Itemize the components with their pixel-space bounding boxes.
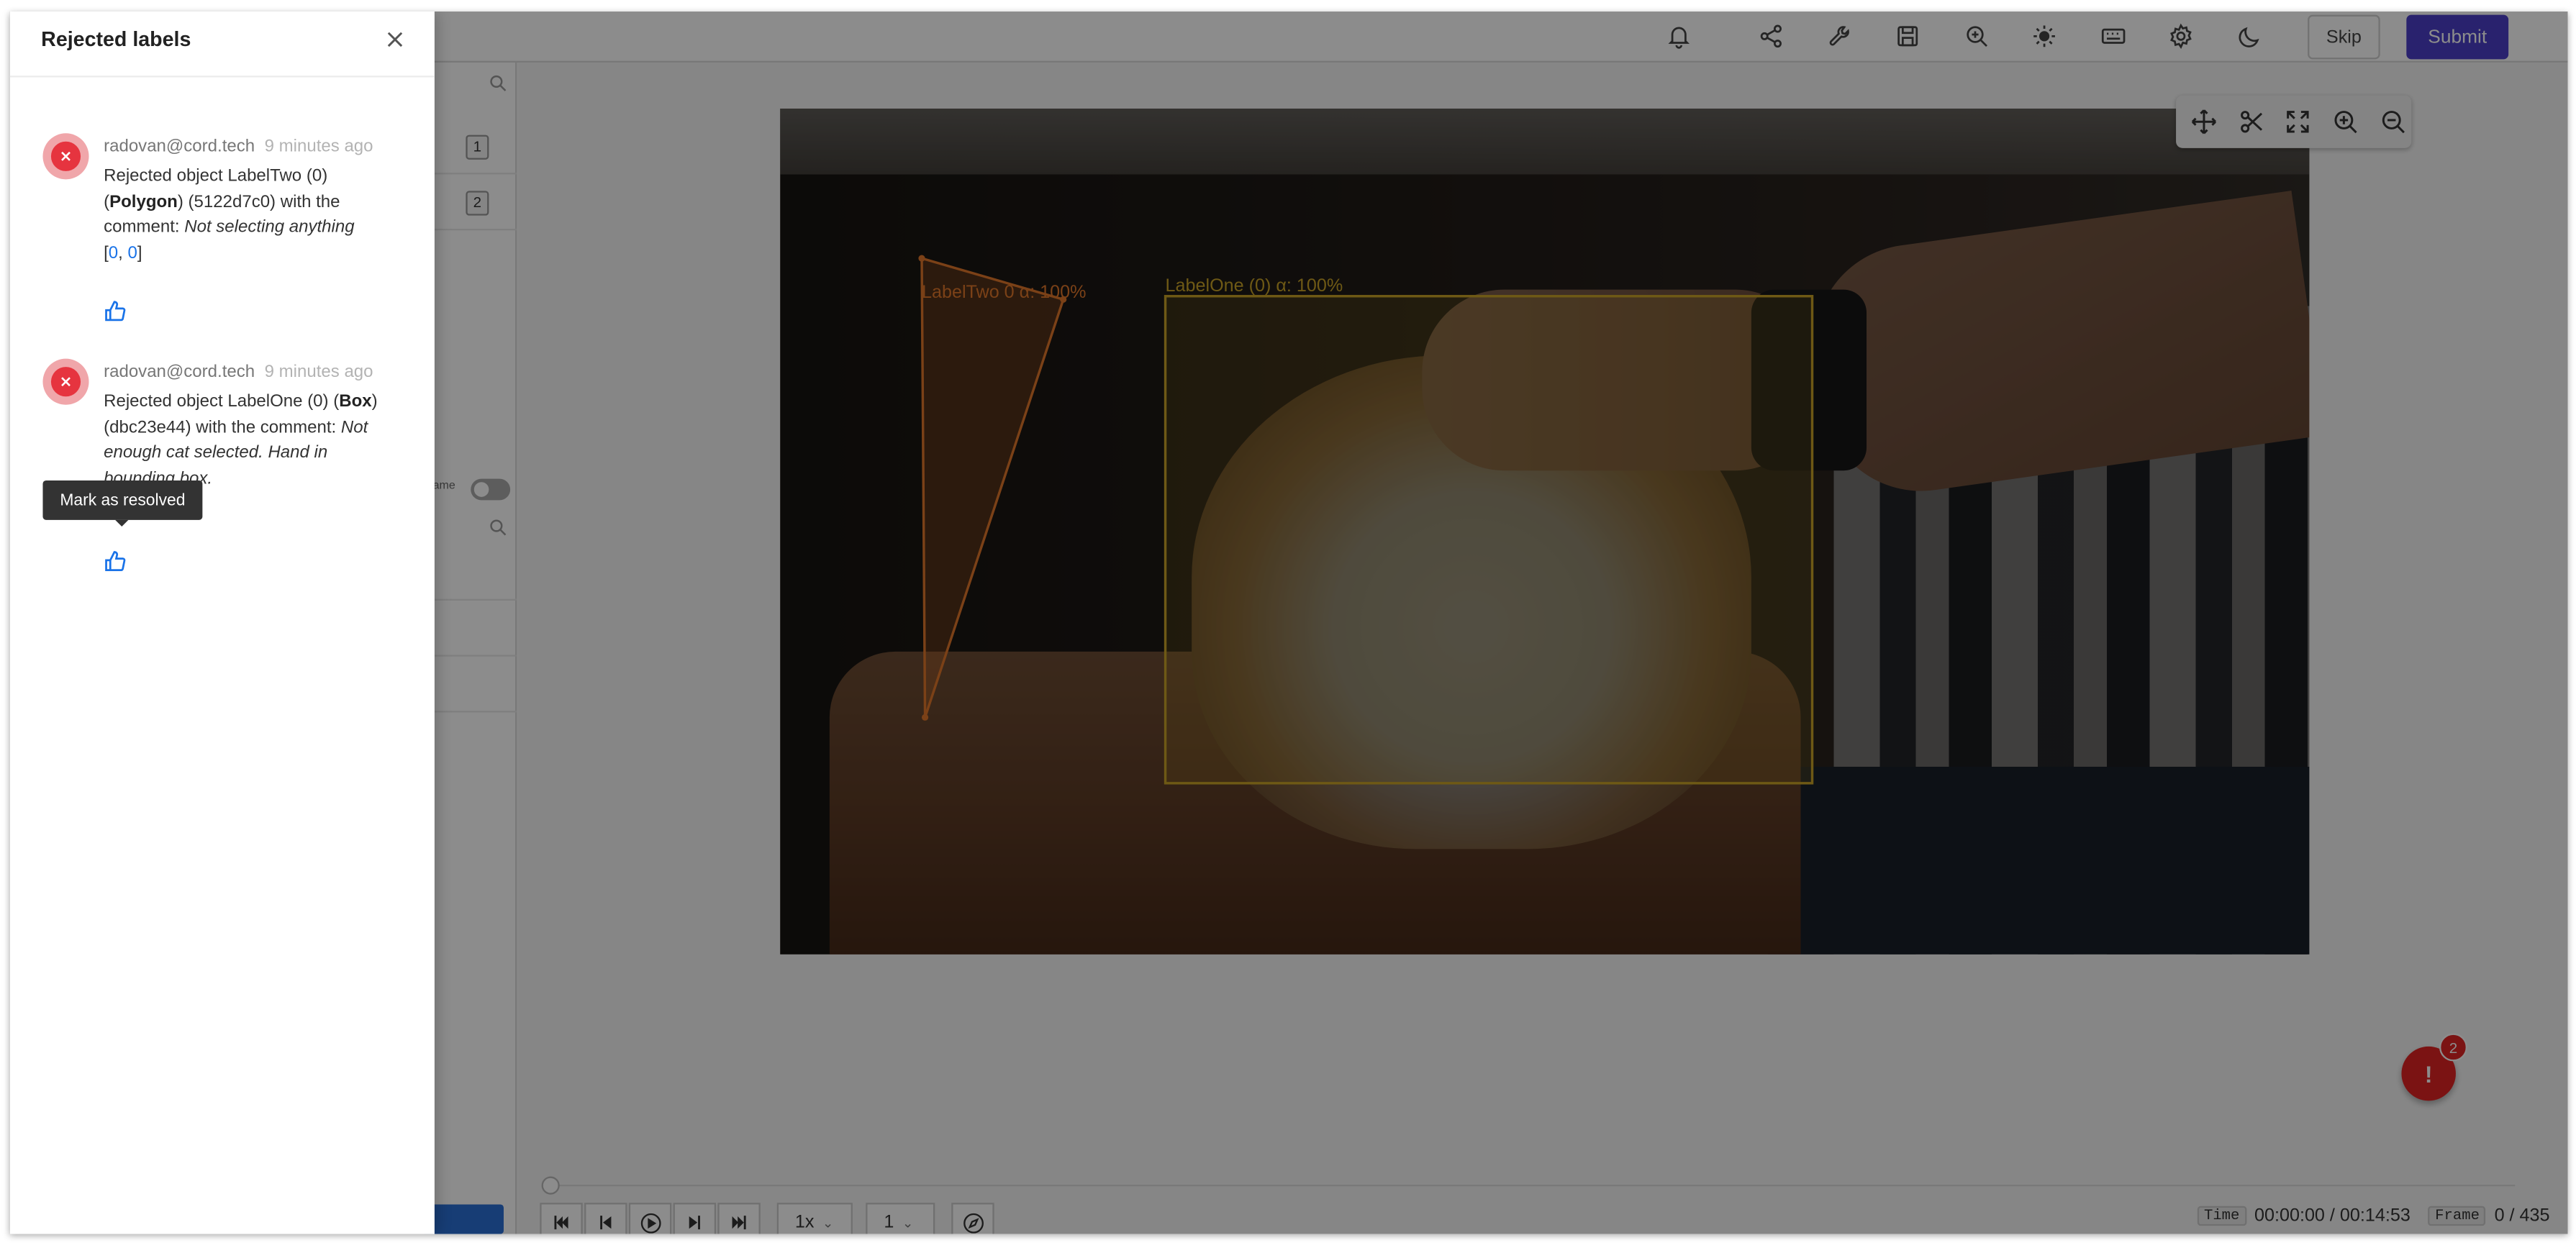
rejection-comment: Not selecting anything [184,217,355,237]
rejection-meta: radovan@cord.tech 9 minutes ago [104,362,373,381]
app-window: Skip Submit 1 2 ame LabelTwo 0 α: 100% L… [9,12,2568,1234]
rejection-time: 9 minutes ago [264,362,373,382]
rejection-shape: Box [339,391,372,411]
rejection-status-icon [42,133,89,180]
rejection-author: radovan@cord.tech [104,362,255,382]
rejection-shape: Polygon [109,191,178,211]
thumbs-up-icon[interactable] [104,550,127,573]
tooltip-arrow [115,519,129,527]
screenshot-stage: Skip Submit 1 2 ame LabelTwo 0 α: 100% L… [0,0,2576,1251]
drawer-title: Rejected labels [41,27,191,51]
coordinate-y: 0 [127,242,137,263]
rejection-message-prefix: Rejected object LabelOne (0) ( [104,391,340,411]
coordinate-x: 0 [108,242,119,263]
rejection-author: radovan@cord.tech [104,136,255,157]
rejection-message: Rejected object LabelTwo (0) (Polygon) (… [104,165,396,267]
rejection-coordinates[interactable]: [0, 0] [104,242,142,262]
thumbs-up-icon[interactable] [104,299,127,322]
rejection-time: 9 minutes ago [264,136,373,157]
rejection-meta: radovan@cord.tech 9 minutes ago [104,137,373,156]
rejected-labels-drawer: Rejected labels radovan@cord.tech 9 minu… [9,12,435,1234]
close-icon[interactable] [384,28,407,51]
drawer-header: Rejected labels [9,12,435,78]
mark-as-resolved-tooltip: Mark as resolved [42,480,203,520]
rejection-status-icon [42,358,89,405]
